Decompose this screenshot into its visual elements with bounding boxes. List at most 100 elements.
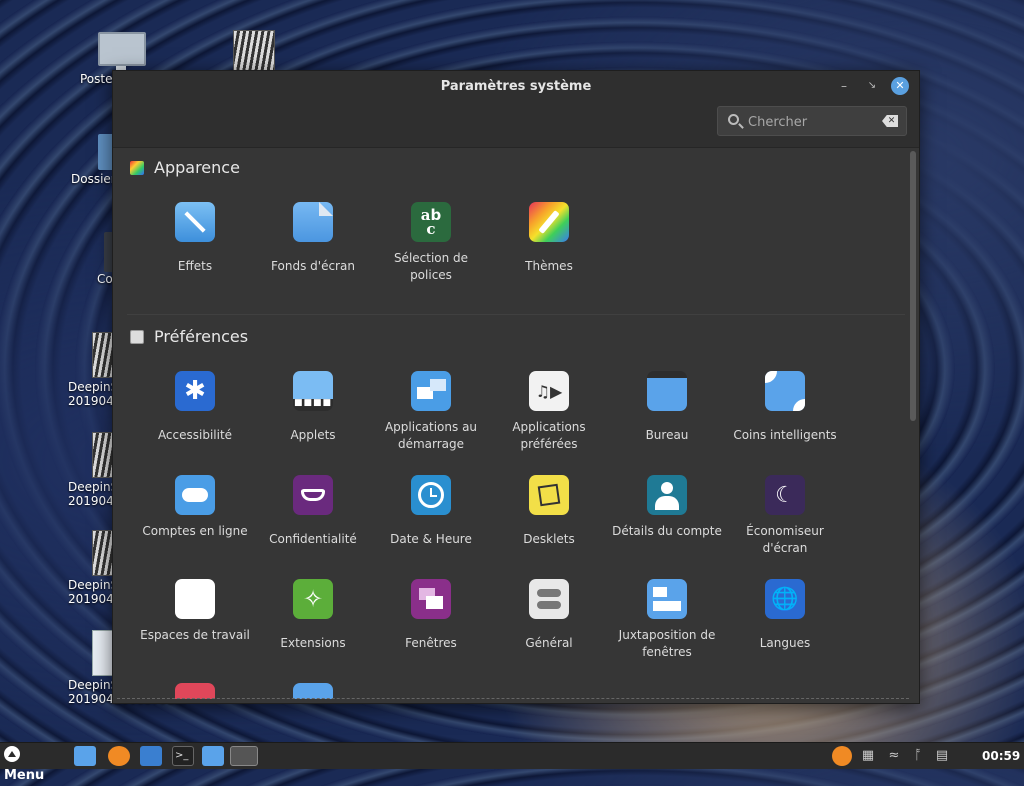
settings-item-accessibilite[interactable]: ✱ Accessibilité xyxy=(136,371,254,444)
effects-wand-icon xyxy=(175,202,215,242)
online-accounts-cloud-icon xyxy=(175,475,215,515)
clear-search-icon[interactable]: ✕ xyxy=(882,115,898,127)
menu-button[interactable]: Menu xyxy=(4,746,64,783)
clock-icon xyxy=(411,475,451,515)
settings-item-date-heure[interactable]: Date & Heure xyxy=(372,475,490,548)
menu-label: Menu xyxy=(4,768,45,783)
item-label: Accessibilité xyxy=(157,428,233,442)
item-label: Thèmes xyxy=(525,259,573,273)
search-box[interactable]: ✕ xyxy=(717,106,907,136)
desktop-icon xyxy=(647,371,687,411)
settings-item-economiseur[interactable]: ☾ Économiseur d'écran xyxy=(726,475,844,557)
titlebar[interactable]: Paramètres système – ↘ ✕ xyxy=(113,71,919,103)
search-input[interactable] xyxy=(746,111,880,133)
account-details-icon xyxy=(647,475,687,515)
item-label: Bureau xyxy=(645,428,689,442)
close-button[interactable]: ✕ xyxy=(891,77,909,95)
item-label: Sélection de polices xyxy=(393,251,469,282)
bluetooth-icon[interactable]: ᚩ xyxy=(910,746,926,766)
item-label: Économiseur d'écran xyxy=(746,524,824,555)
settings-item-demarrage[interactable]: Applications au démarrage xyxy=(372,371,490,453)
item-label: Juxtaposition de fenêtres xyxy=(618,628,716,659)
windows-icon xyxy=(411,579,451,619)
settings-item-applets[interactable]: ■■■■ Applets xyxy=(254,371,372,444)
settings-item-effets[interactable]: Effets xyxy=(136,202,254,275)
item-label: Fonds d'écran xyxy=(271,259,355,273)
item-label: Extensions xyxy=(280,636,346,650)
system-settings-task-icon[interactable] xyxy=(230,746,258,766)
item-label: Espaces de travail xyxy=(140,628,250,642)
applets-icon: ■■■■ xyxy=(293,371,333,411)
update-manager-icon[interactable] xyxy=(832,746,852,766)
themes-brush-icon xyxy=(529,202,569,242)
settings-item-coins-intelligents[interactable]: Coins intelligents xyxy=(726,371,844,444)
settings-content: Apparence Effets Fonds d'écran ab c Sélec… xyxy=(113,148,905,699)
partial-red-icon xyxy=(175,683,215,699)
scroll-edge-indicator xyxy=(117,698,909,699)
item-label: Applications préférées xyxy=(512,420,586,451)
general-toggles-icon xyxy=(529,579,569,619)
item-label: Coins intelligents xyxy=(733,428,837,442)
settings-item-confidentialite[interactable]: Confidentialité xyxy=(254,475,372,548)
item-label: Langues xyxy=(759,636,811,650)
item-label: Détails du compte xyxy=(612,524,722,538)
wifi-icon[interactable]: ≈ xyxy=(886,746,902,766)
settings-item-extensions[interactable]: ✧ Extensions xyxy=(254,579,372,652)
desklets-icon xyxy=(529,475,569,515)
menu-logo-icon xyxy=(4,746,20,762)
toolbar: ✕ xyxy=(113,103,919,148)
show-desktop-icon[interactable] xyxy=(74,746,96,766)
font-glyph: ab c xyxy=(420,206,442,238)
preferences-toggles-icon xyxy=(130,330,144,344)
search-icon xyxy=(728,114,739,125)
computer-icon xyxy=(98,32,146,72)
settings-item-langues[interactable]: 🌐 Langues xyxy=(726,579,844,652)
startup-apps-icon xyxy=(411,371,451,411)
settings-item-partial[interactable] xyxy=(136,683,254,699)
clock[interactable]: 00:59 xyxy=(982,746,1020,766)
item-label: Date & Heure xyxy=(390,532,472,546)
settings-item-espaces-de-travail[interactable]: Espaces de travail xyxy=(136,579,254,644)
settings-item-juxtaposition[interactable]: Juxtaposition de fenêtres xyxy=(608,579,726,661)
terminal-icon[interactable]: >_ xyxy=(172,746,194,766)
firefox-icon[interactable] xyxy=(108,746,130,766)
mail-icon[interactable] xyxy=(140,746,162,766)
appearance-palette-icon xyxy=(130,161,144,175)
section-divider xyxy=(127,314,905,315)
item-label: Comptes en ligne xyxy=(142,524,248,538)
preferred-apps-icon: ♫▶ xyxy=(529,371,569,411)
taskbar: Menu >_ ▦ ≈ ᚩ ▤ 00:59 xyxy=(0,742,1024,783)
window-title: Paramètres système xyxy=(440,79,592,94)
settings-item-comptes-en-ligne[interactable]: Comptes en ligne xyxy=(136,475,254,540)
window-tiling-icon xyxy=(647,579,687,619)
item-label: Général xyxy=(525,636,573,650)
settings-item-bureau[interactable]: Bureau xyxy=(608,371,726,444)
settings-item-partial[interactable] xyxy=(254,683,372,699)
scrollbar[interactable] xyxy=(910,151,916,421)
maximize-button[interactable]: ↘ xyxy=(863,77,881,95)
settings-item-fonds-ecran[interactable]: Fonds d'écran xyxy=(254,202,372,275)
workspaces-icon xyxy=(175,579,215,619)
hot-corners-icon xyxy=(765,371,805,411)
settings-item-polices[interactable]: ab c Sélection de polices xyxy=(372,202,490,284)
privacy-mask-icon xyxy=(293,475,333,515)
system-settings-window: Paramètres système – ↘ ✕ ✕ Apparence Eff… xyxy=(112,70,920,704)
settings-item-themes[interactable]: Thèmes xyxy=(490,202,608,275)
settings-item-details-compte[interactable]: Détails du compte xyxy=(608,475,726,540)
notes-icon[interactable]: ▤ xyxy=(934,746,950,766)
item-label: Confidentialité xyxy=(269,532,357,546)
section-title: Apparence xyxy=(154,158,240,177)
accessibility-icon: ✱ xyxy=(175,371,215,411)
settings-item-general[interactable]: Général xyxy=(490,579,608,652)
files-folder-icon[interactable] xyxy=(202,746,224,766)
settings-item-applications-preferees[interactable]: ♫▶ Applications préférées xyxy=(490,371,608,453)
settings-item-desklets[interactable]: Desklets xyxy=(490,475,608,548)
clipboard-icon[interactable]: ▦ xyxy=(860,746,876,766)
partial-blue-icon xyxy=(293,683,333,699)
item-label: Desklets xyxy=(523,532,575,546)
item-label: Fenêtres xyxy=(405,636,457,650)
section-title: Préférences xyxy=(154,327,249,346)
settings-item-fenetres[interactable]: Fenêtres xyxy=(372,579,490,652)
item-label: Effets xyxy=(177,259,213,273)
minimize-button[interactable]: – xyxy=(835,77,853,95)
